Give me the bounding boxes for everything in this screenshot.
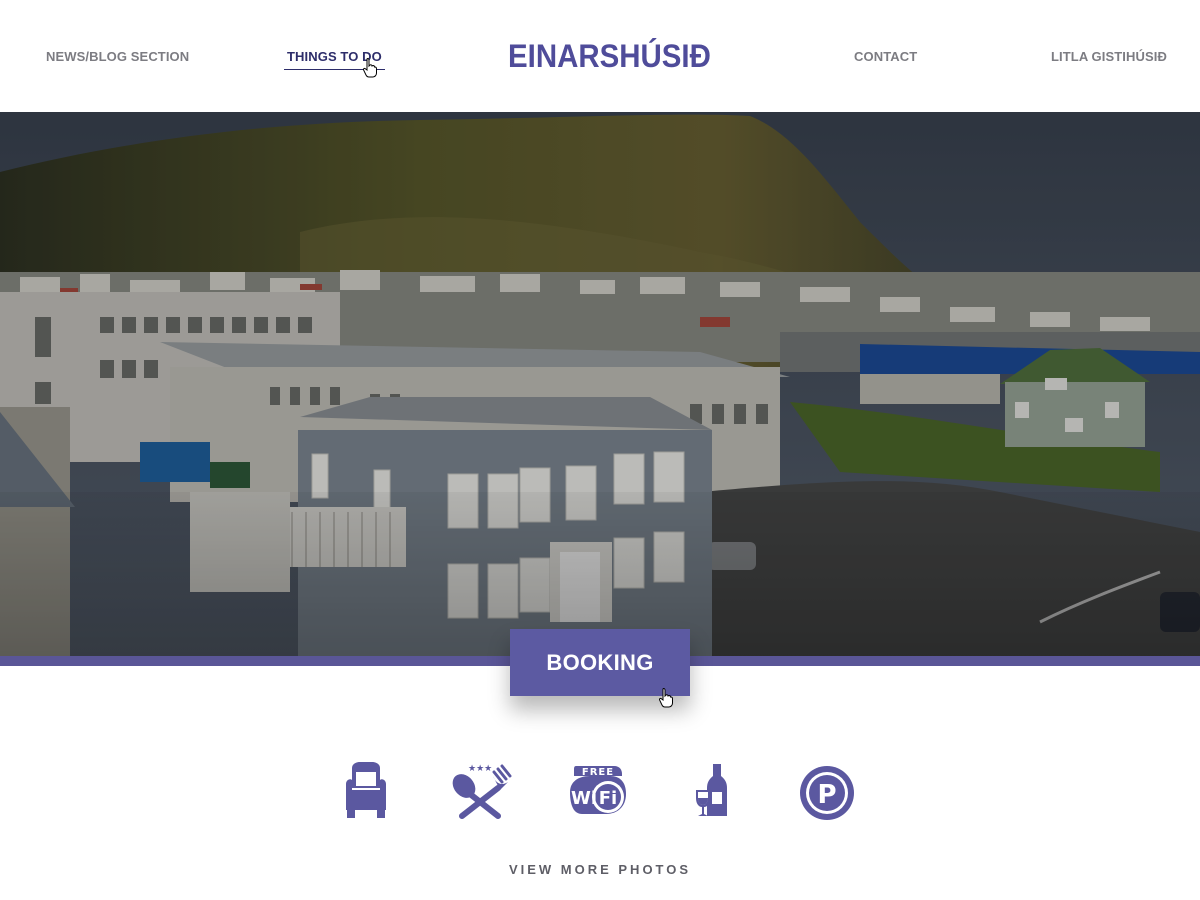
parking-letter: P — [817, 780, 836, 810]
svg-text:★★★: ★★★ — [468, 764, 492, 774]
site-header: NEWS/BLOG SECTION THINGS TO DO EINARSHÚS… — [0, 0, 1200, 112]
hand-cursor-icon — [659, 688, 673, 708]
booking-button[interactable]: BOOKING — [510, 629, 690, 696]
svg-text:Wi: Wi — [571, 788, 597, 809]
parking-icon: P — [799, 762, 855, 820]
view-more-photos-link[interactable]: VIEW MORE PHOTOS — [0, 862, 1200, 877]
hero-image — [0, 112, 1200, 656]
hand-cursor-icon — [363, 58, 377, 78]
armchair-icon — [344, 762, 388, 820]
nav-contact[interactable]: CONTACT — [854, 49, 917, 64]
free-wifi-icon: FREE Wi Fi — [562, 762, 630, 820]
nav-litla-gistihusid[interactable]: LITLA GISTIHÚSIÐ — [1051, 49, 1167, 64]
restaurant-icon: ★★★ — [450, 762, 512, 820]
site-logo[interactable]: EINARSHÚSIÐ — [508, 38, 711, 75]
nav-news-blog[interactable]: NEWS/BLOG SECTION — [46, 49, 189, 64]
svg-text:Fi: Fi — [599, 788, 617, 809]
wine-icon — [694, 762, 730, 820]
